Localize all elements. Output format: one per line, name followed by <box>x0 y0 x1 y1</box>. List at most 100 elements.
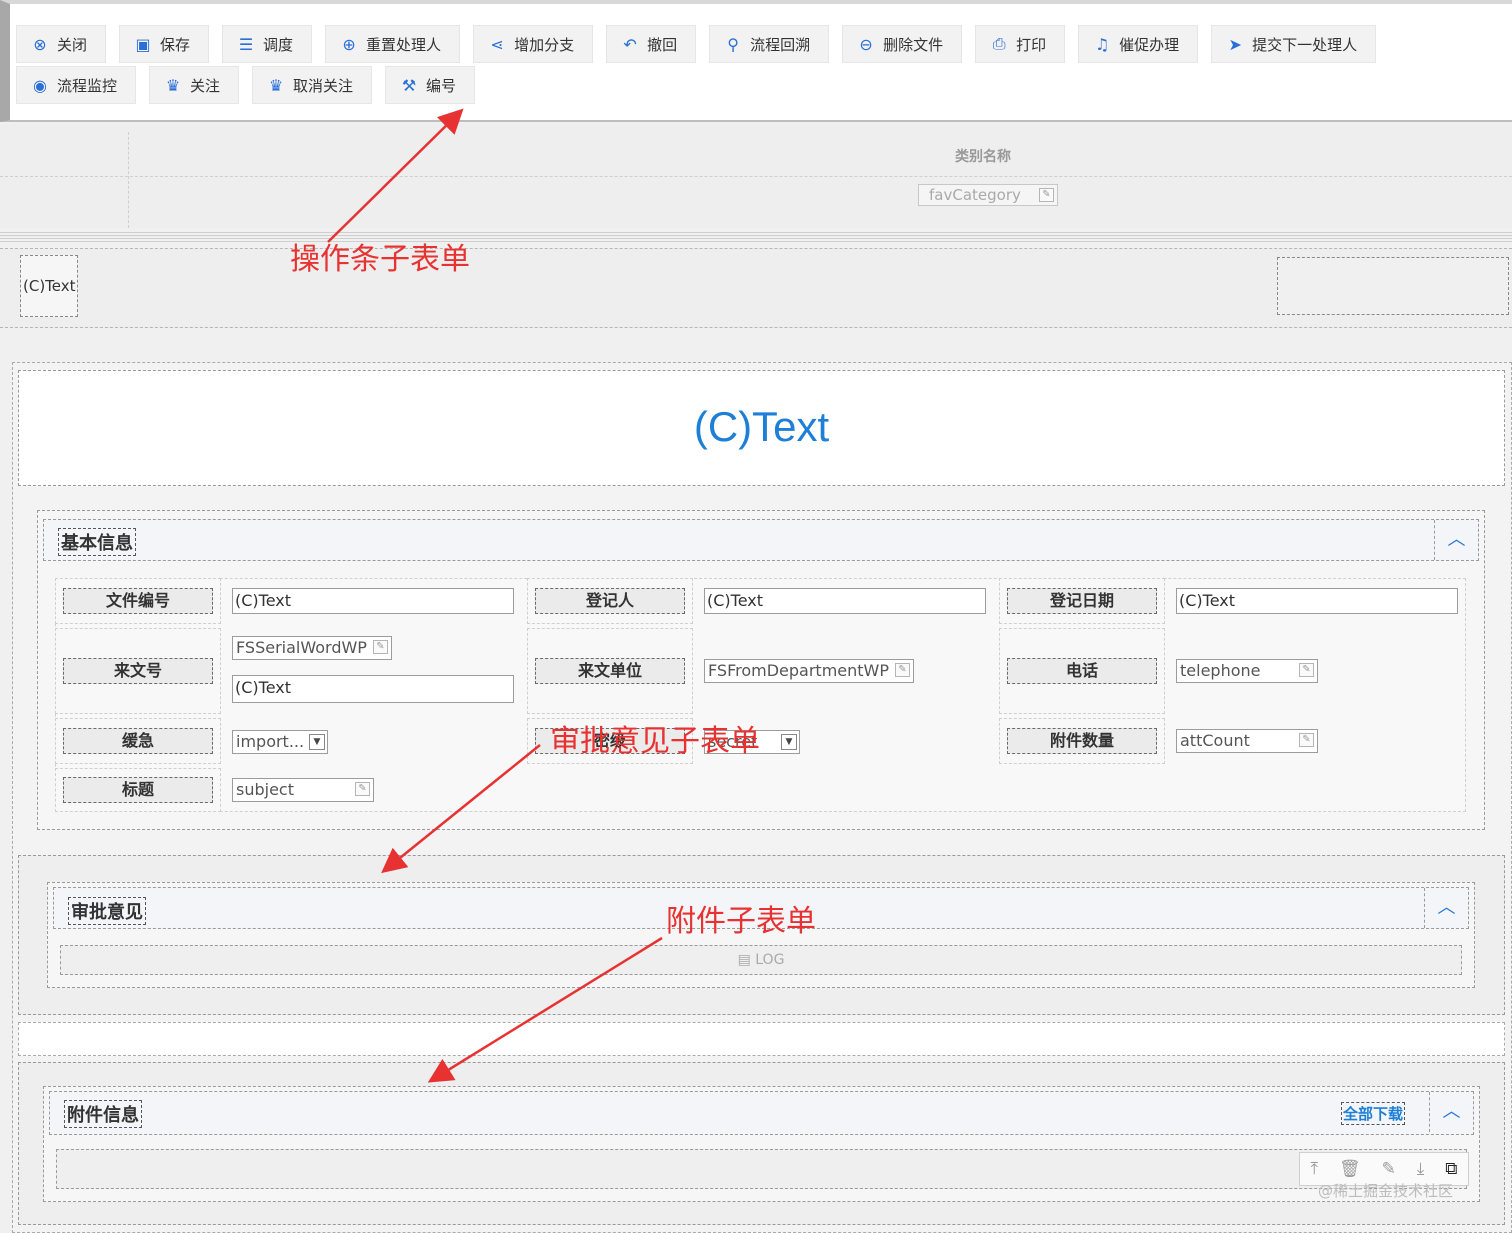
incoming-no-label: 来文号 <box>63 658 213 684</box>
attachment-header: 附件信息 全部下载 ︿ <box>49 1091 1474 1135</box>
incoming-no-input[interactable]: FSSerialWordWP ✎ <box>232 636 392 660</box>
toolbar-button-label: 删除文件 <box>883 35 944 54</box>
edit-icon[interactable]: ✎ <box>373 640 388 654</box>
toolbar-button-label: 取消关注 <box>293 76 354 95</box>
trophy-icon: ♛ <box>268 75 284 95</box>
edit-icon[interactable]: ✎ <box>895 663 910 677</box>
download-all-button[interactable]: 全部下载 <box>1340 1102 1405 1125</box>
log-icon: ▤ <box>737 952 756 968</box>
toolbar-button-row2-3[interactable]: ⚒ 编号 <box>385 66 476 104</box>
toolbar-button-row1-7[interactable]: ⊖ 删除文件 <box>842 25 963 63</box>
toolbar-button-row1-4[interactable]: ⋖ 增加分支 <box>473 25 594 63</box>
toolbar-button-row1-10[interactable]: ➤ 提交下一处理人 <box>1211 25 1377 63</box>
toolbar-button-row1-5[interactable]: ↶ 撤回 <box>606 25 697 63</box>
doc-no-label: 文件编号 <box>63 588 213 614</box>
annotation-attachment-sub: 附件子表单 <box>666 904 816 939</box>
toolbar-button-label: 关注 <box>190 76 221 95</box>
toolbar-button-row1-9[interactable]: ♫ 催促办理 <box>1078 25 1199 63</box>
strip-text: (C)Text <box>20 255 78 317</box>
form-title: (C)Text <box>693 403 830 450</box>
spacer-row <box>18 1022 1505 1056</box>
attachment-list <box>56 1149 1467 1189</box>
toolbar-button-label: 流程回溯 <box>750 35 811 54</box>
toolbar-button-row1-3[interactable]: ⊕ 重置处理人 <box>325 25 461 63</box>
toolbar-button-row1-2[interactable]: ☰ 调度 <box>222 25 313 63</box>
reset-handler-icon: ⊕ <box>342 34 356 54</box>
toolbar-button-label: 提交下一处理人 <box>1252 35 1358 54</box>
toolbar-button-label: 保存 <box>160 35 191 54</box>
doc-no-value: (C)Text <box>232 588 514 614</box>
incoming-unit-input-value: FSFromDepartmentWP <box>708 661 890 680</box>
toolbar-button-label: 编号 <box>426 76 457 95</box>
registrar-value: (C)Text <box>704 588 986 614</box>
save-icon: ▣ <box>135 34 151 54</box>
edit-icon[interactable]: ✎ <box>1299 733 1314 747</box>
toolbar-button-row1-0[interactable]: ⊗ 关闭 <box>16 25 107 63</box>
toolbar-button-row2-2[interactable]: ♛ 取消关注 <box>252 66 373 104</box>
basic-info-header: 基本信息 ︿ <box>43 519 1479 561</box>
toolbar-button-label: 流程监控 <box>57 76 118 95</box>
schedule-icon: ☰ <box>238 34 254 54</box>
divider <box>0 232 1512 242</box>
toolbar-button-row1-8[interactable]: ⎙ 打印 <box>975 25 1066 63</box>
subject-input[interactable]: subject ✎ <box>232 778 374 802</box>
watermark: @稀土掘金技术社区 <box>1318 1182 1454 1200</box>
toolbar-button-label: 催促办理 <box>1119 35 1180 54</box>
subject-input-value: subject <box>236 780 294 799</box>
urgency-select-value: import... <box>236 732 305 751</box>
incoming-unit-input[interactable]: FSFromDepartmentWP ✎ <box>704 659 914 683</box>
toolbar-button-row2-0[interactable]: ◉ 流程监控 <box>16 66 137 104</box>
upload-icon[interactable]: ⤒ <box>1310 1159 1318 1179</box>
toolbar-button-label: 增加分支 <box>514 35 575 54</box>
bell-icon: ♫ <box>1094 34 1110 54</box>
send-icon: ➤ <box>1228 34 1242 54</box>
annotation-toolbar-sub: 操作条子表单 <box>290 242 470 277</box>
urgency-label: 缓急 <box>63 728 213 754</box>
category-area: 类别名称 favCategory ✎ <box>0 124 1512 228</box>
toolbar-button-label: 调度 <box>263 35 294 54</box>
edit-icon[interactable]: ✎ <box>1299 663 1314 677</box>
chevron-up-icon[interactable]: ︿ <box>1424 888 1468 928</box>
toolbar-button-row1-6[interactable]: ⚲ 流程回溯 <box>709 25 830 63</box>
incoming-unit-label: 来文单位 <box>535 658 685 684</box>
trophy-icon: ♛ <box>165 75 181 95</box>
category-input-value: favCategory <box>929 186 1021 204</box>
category-input[interactable]: favCategory ✎ <box>918 184 1058 206</box>
reg-date-value: (C)Text <box>1176 588 1458 614</box>
text-strip: (C)Text <box>0 248 1512 328</box>
delete-file-icon: ⊖ <box>859 34 873 54</box>
branch-icon: ⋖ <box>490 34 504 54</box>
trash-icon[interactable]: 🗑 <box>1339 1159 1361 1179</box>
subject-label: 标题 <box>63 777 213 803</box>
toolbar-button-row1-1[interactable]: ▣ 保存 <box>119 25 210 63</box>
wrench-icon: ⚒ <box>401 75 417 95</box>
toolbar-button-row2-1[interactable]: ♛ 关注 <box>149 66 240 104</box>
download-icon[interactable]: ⤓ <box>1417 1159 1425 1179</box>
urgency-select[interactable]: import... ▼ <box>232 730 328 754</box>
close-circle-icon: ⊗ <box>33 34 47 54</box>
attachment-title: 附件信息 <box>64 1100 142 1128</box>
toolbar-row-1: ⊗ 关闭 ▣ 保存 ☰ 调度 ⊕ 重置处理人 ⋖ 增加分支 ↶ 撤回 ⚲ 流程回溯 ⊖ 删除文件 ⎙ 打印 ♫ 催促办… <box>16 25 1389 63</box>
open-external-icon[interactable]: ⧉ <box>1445 1159 1457 1179</box>
toolbar-button-label: 重置处理人 <box>366 35 442 54</box>
att-count-input-value: attCount <box>1180 731 1250 750</box>
chevron-up-icon[interactable]: ︿ <box>1429 1092 1473 1132</box>
toolbar-row-2: ◉ 流程监控 ♛ 关注 ♛ 取消关注 ⚒ 编号 <box>16 66 488 104</box>
toolbar-button-label: 打印 <box>1016 35 1047 54</box>
monitor-icon: ◉ <box>33 75 47 95</box>
phone-input[interactable]: telephone ✎ <box>1176 659 1318 683</box>
chevron-up-icon[interactable]: ︿ <box>1434 520 1478 560</box>
edit-icon[interactable]: ✎ <box>1382 1159 1396 1179</box>
dropdown-arrow-icon[interactable]: ▼ <box>309 734 325 750</box>
registrar-label: 登记人 <box>535 588 685 614</box>
dropdown-arrow-icon[interactable]: ▼ <box>781 734 797 750</box>
reg-date-label: 登记日期 <box>1007 588 1157 614</box>
incoming-no-value: (C)Text <box>232 675 514 703</box>
att-count-label: 附件数量 <box>1007 728 1157 754</box>
att-count-input[interactable]: attCount ✎ <box>1176 729 1318 753</box>
edit-icon[interactable]: ✎ <box>1039 188 1054 202</box>
form-title-box: (C)Text <box>18 370 1505 486</box>
incoming-no-input-value: FSSerialWordWP <box>236 638 367 657</box>
phone-label: 电话 <box>1007 658 1157 684</box>
edit-icon[interactable]: ✎ <box>355 782 370 796</box>
